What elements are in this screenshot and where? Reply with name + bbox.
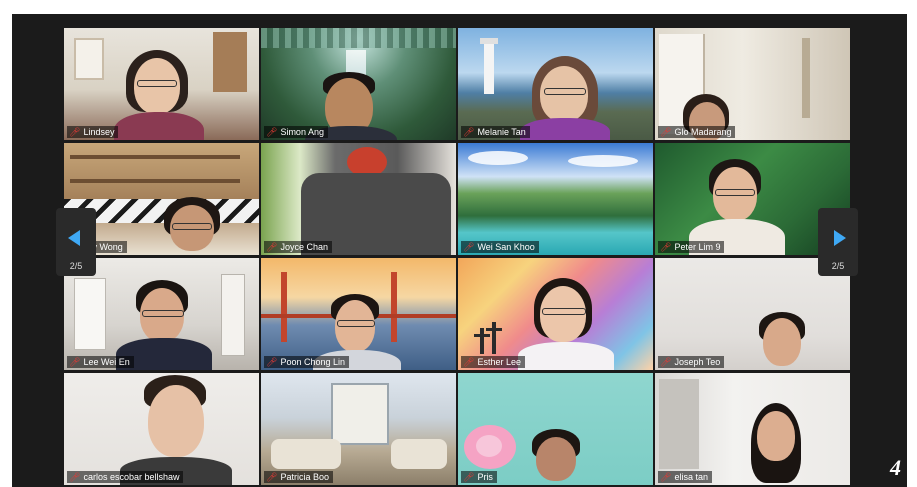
cross-icon	[492, 322, 496, 354]
mic-muted-icon: 🎤︎	[463, 127, 475, 137]
cloud	[468, 151, 528, 165]
window-decor	[74, 38, 104, 80]
mic-muted-icon: 🎤︎	[266, 242, 278, 252]
video-tile-wei-san-khoo[interactable]: 🎤︎ Wei San Khoo	[458, 143, 653, 255]
next-page-arrow-icon	[834, 230, 846, 246]
glasses	[544, 88, 586, 95]
mic-muted-icon: 🎤︎	[266, 472, 278, 482]
name-label: 🎤︎ Peter Lim 9	[658, 241, 725, 253]
door-decor	[213, 32, 247, 92]
mic-muted-icon: 🎤︎	[266, 357, 278, 367]
video-tile-esther-lee[interactable]: 🎤︎ Esther Lee	[458, 258, 653, 370]
mic-muted-icon: 🎤︎	[69, 472, 81, 482]
shelf	[70, 155, 240, 159]
glasses	[542, 308, 586, 315]
face	[757, 411, 795, 461]
video-tile-joyce-chan[interactable]: 🎤︎ Joyce Chan	[261, 143, 456, 255]
name-label: 🎤︎ Joyce Chan	[264, 241, 332, 253]
name-label: 🎤︎ Esther Lee	[461, 356, 525, 368]
mic-muted-icon: 🎤︎	[660, 127, 672, 137]
prev-page-arrow-icon	[68, 230, 80, 246]
bookshelf	[331, 383, 389, 445]
shirt	[114, 112, 204, 140]
shirt	[520, 118, 610, 140]
participant-grid: 🎤︎ Lindsey 🎤︎ Simon Ang 🎤︎ Melanie Tan 🎤︎ Gl…	[64, 28, 851, 487]
video-tile-melanie-tan[interactable]: 🎤︎ Melanie Tan	[458, 28, 653, 140]
mic-muted-icon: 🎤︎	[660, 242, 672, 252]
glasses	[172, 223, 212, 230]
glasses	[137, 80, 177, 87]
dome-structure	[261, 28, 456, 48]
name-label: 🎤︎ Poon Chong Lin	[264, 356, 349, 368]
video-tile-simon-ang[interactable]: 🎤︎ Simon Ang	[261, 28, 456, 140]
paper-flower-center	[476, 435, 502, 457]
mic-muted-icon: 🎤︎	[266, 127, 278, 137]
name-label: 🎤︎ Glo Madarang	[658, 126, 736, 138]
mic-muted-icon: 🎤︎	[463, 242, 475, 252]
mic-muted-icon: 🎤︎	[463, 357, 475, 367]
next-page-button[interactable]: 2/5	[818, 208, 858, 276]
sofa	[391, 439, 447, 469]
video-tile-elisa-tan[interactable]: 🎤︎ elisa tan	[655, 373, 850, 485]
name-label: 🎤︎ Lee Wei En	[67, 356, 134, 368]
shirt	[518, 342, 614, 370]
glasses	[337, 320, 375, 327]
name-label: 🎤︎ Joseph Teo	[658, 356, 725, 368]
mic-muted-icon: 🎤︎	[660, 357, 672, 367]
name-label: 🎤︎ elisa tan	[658, 471, 712, 483]
cloud	[568, 155, 638, 167]
video-tile-lindsey[interactable]: 🎤︎ Lindsey	[64, 28, 259, 140]
shelf	[70, 179, 240, 183]
bridge-tower	[281, 272, 287, 342]
lighthouse	[484, 42, 494, 94]
name-label: 🎤︎ carlos escobar bellshaw	[67, 471, 184, 483]
lighthouse-top	[480, 38, 498, 44]
video-tile-glo-madarang[interactable]: 🎤︎ Glo Madarang	[655, 28, 850, 140]
mic-muted-icon: 🎤︎	[660, 472, 672, 482]
mic-muted-icon: 🎤︎	[69, 357, 81, 367]
face	[763, 318, 801, 366]
name-label: 🎤︎ Lindsey	[67, 126, 119, 138]
name-label: 🎤︎ Melanie Tan	[461, 126, 530, 138]
cross-icon	[480, 328, 484, 354]
name-label: 🎤︎ Wei San Khoo	[461, 241, 539, 253]
video-tile-poon-chong-lin[interactable]: 🎤︎ Poon Chong Lin	[261, 258, 456, 370]
glasses	[142, 310, 184, 317]
video-tile-pris[interactable]: 🎤︎ Pris	[458, 373, 653, 485]
cross-bar	[474, 334, 490, 337]
face	[536, 437, 576, 481]
face	[148, 385, 204, 457]
video-tile-carlos-escobar-bellshaw[interactable]: 🎤︎ carlos escobar bellshaw	[64, 373, 259, 485]
name-label: 🎤︎ Patricia Boo	[264, 471, 333, 483]
curtain	[802, 38, 810, 118]
figure-number: 4	[890, 455, 901, 480]
name-label: 🎤︎ Pris	[461, 471, 497, 483]
window	[221, 274, 245, 356]
prev-page-button[interactable]: 2/5	[56, 208, 96, 276]
page-indicator: 2/5	[831, 261, 845, 271]
name-label: 🎤︎ Simon Ang	[264, 126, 328, 138]
window	[74, 278, 106, 350]
page-indicator: 2/5	[69, 261, 83, 271]
glasses	[715, 189, 755, 196]
bridge-tower	[391, 272, 397, 342]
mic-muted-icon: 🎤︎	[69, 127, 81, 137]
mic-muted-icon: 🎤︎	[463, 472, 475, 482]
sofa	[271, 439, 341, 469]
door	[659, 379, 699, 469]
video-tile-patricia-boo[interactable]: 🎤︎ Patricia Boo	[261, 373, 456, 485]
cross-bar	[486, 328, 502, 331]
